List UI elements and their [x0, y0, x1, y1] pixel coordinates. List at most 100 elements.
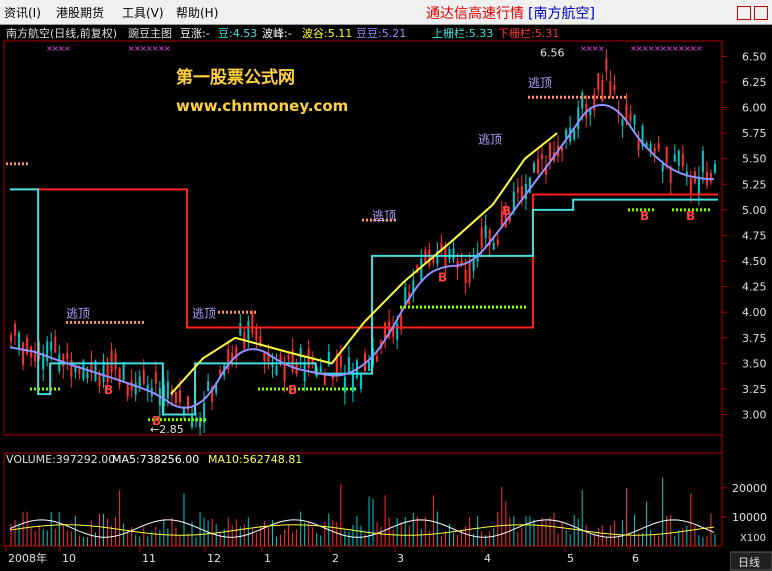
period-tab[interactable]: 日线: [729, 551, 772, 571]
high-price-label: 6.56: [540, 46, 565, 59]
candle-body: [102, 361, 105, 383]
low-price-label: ←2.85: [150, 423, 184, 436]
buy-signal-label: B: [502, 204, 511, 218]
stock-tag: [南方航空]: [528, 6, 595, 22]
candle-body: [653, 147, 656, 154]
candle-body: [613, 84, 616, 91]
candle-body: [396, 323, 399, 340]
candle-body: [66, 352, 69, 360]
candle-body: [114, 353, 117, 370]
indicator-name: 豌豆主图: [128, 26, 172, 40]
date-tick-label: 2008年: [8, 551, 47, 565]
stock-chart[interactable]: 南方航空(日线,前复权) 豌豆主图 豆涨:- 豆:4.53 波峰:- 波谷:5.…: [0, 25, 772, 571]
candle-body: [464, 270, 467, 284]
candle-body: [536, 159, 539, 174]
bofeng-value: 波峰:-: [262, 27, 292, 40]
candle-body: [166, 381, 169, 399]
candle-body: [319, 366, 322, 373]
watermark-title: 第一股票公式网: [176, 67, 295, 88]
escape-top-label: 逃顶: [192, 306, 216, 320]
candle-body: [484, 225, 487, 239]
date-tick-label: 6: [632, 552, 639, 565]
price-tick-label: 6.50: [742, 50, 767, 63]
candle-body: [110, 350, 113, 373]
candle-body: [633, 115, 636, 125]
escape-top-label: 逃顶: [528, 76, 552, 90]
candle-body: [452, 248, 455, 261]
candle-body: [122, 363, 125, 381]
doudou-value: 豆豆:5.21: [356, 27, 406, 40]
candle-body: [323, 374, 326, 385]
lower-rail-value: 下栅栏:5.31: [498, 26, 559, 40]
candle-body: [279, 354, 282, 361]
price-tick-label: 4.50: [742, 255, 767, 268]
candle-body: [492, 242, 495, 250]
candle-body: [50, 341, 53, 351]
candle-body: [14, 323, 17, 336]
candle-body: [18, 332, 21, 349]
candle-body: [448, 248, 451, 260]
magenta-signal-mark: ×: [64, 44, 71, 53]
candle-body: [677, 150, 680, 166]
candle-body: [549, 142, 552, 161]
candle-body: [174, 392, 177, 404]
chart-frame: [3, 40, 723, 547]
buy-signal-label: B: [288, 383, 297, 397]
magenta-signal-mark: ×: [696, 44, 703, 53]
price-tick-label: 5.75: [742, 127, 767, 140]
candle-body: [351, 372, 354, 393]
menu-hk-futures[interactable]: 港股期货: [56, 4, 104, 21]
menu-tools[interactable]: 工具(V): [122, 4, 164, 21]
upper-rail-value: 上栅栏:5.33: [432, 26, 493, 40]
candle-body: [106, 361, 109, 383]
candle-body: [420, 258, 423, 281]
magenta-signal-mark: ×: [598, 44, 605, 53]
price-tick-label: 6.25: [742, 76, 767, 89]
candle-body: [577, 107, 580, 129]
date-tick-label: 4: [484, 552, 491, 565]
candle-body: [10, 334, 12, 342]
candle-body: [532, 163, 535, 173]
candle-body: [62, 354, 65, 367]
candle-body: [54, 336, 57, 353]
candle-body: [428, 249, 431, 266]
candle-body: [339, 355, 342, 367]
candle-body: [239, 323, 242, 336]
candle-body: [263, 352, 266, 362]
magenta-signal-mark: ×: [164, 44, 171, 53]
candle-body: [22, 342, 25, 365]
candle-body: [376, 356, 379, 362]
date-tick-label: 11: [142, 552, 156, 565]
candle-body: [46, 341, 49, 361]
candle-body: [625, 104, 628, 119]
buy-signal-label: B: [104, 383, 113, 397]
date-tick-label: 1: [264, 552, 271, 565]
candle-body: [681, 154, 684, 167]
period-tab-label: 日线: [738, 555, 760, 569]
candle-body: [126, 382, 129, 397]
candle-body: [661, 163, 664, 172]
candle-body: [657, 142, 660, 150]
price-tick-label: 4.75: [742, 229, 767, 242]
candle-body: [480, 227, 483, 248]
red-stepped-line: [10, 188, 718, 329]
price-tick-label: 5.25: [742, 178, 767, 191]
escape-top-label: 逃顶: [478, 132, 502, 146]
date-tick-label: 2: [332, 552, 339, 565]
stock-name: 南方航空(日线,前复权): [6, 26, 117, 40]
price-tick-label: 3.50: [742, 357, 767, 370]
candle-body: [34, 353, 37, 362]
minimize-icon[interactable]: [737, 6, 751, 20]
candle-body: [673, 154, 676, 162]
doudou-rise-value: 豆涨:-: [180, 27, 210, 40]
candle-body: [343, 376, 346, 393]
date-tick-label: 10: [62, 552, 76, 565]
date-tick-label: 12: [207, 552, 221, 565]
candle-body: [251, 312, 254, 334]
ma10-value: MA10:562748.81: [208, 453, 302, 466]
close-icon[interactable]: [754, 6, 768, 20]
candle-body: [713, 164, 716, 173]
menu-help[interactable]: 帮助(H): [176, 4, 218, 21]
candle-body: [78, 368, 81, 374]
menu-info[interactable]: 资讯(I): [4, 4, 41, 21]
